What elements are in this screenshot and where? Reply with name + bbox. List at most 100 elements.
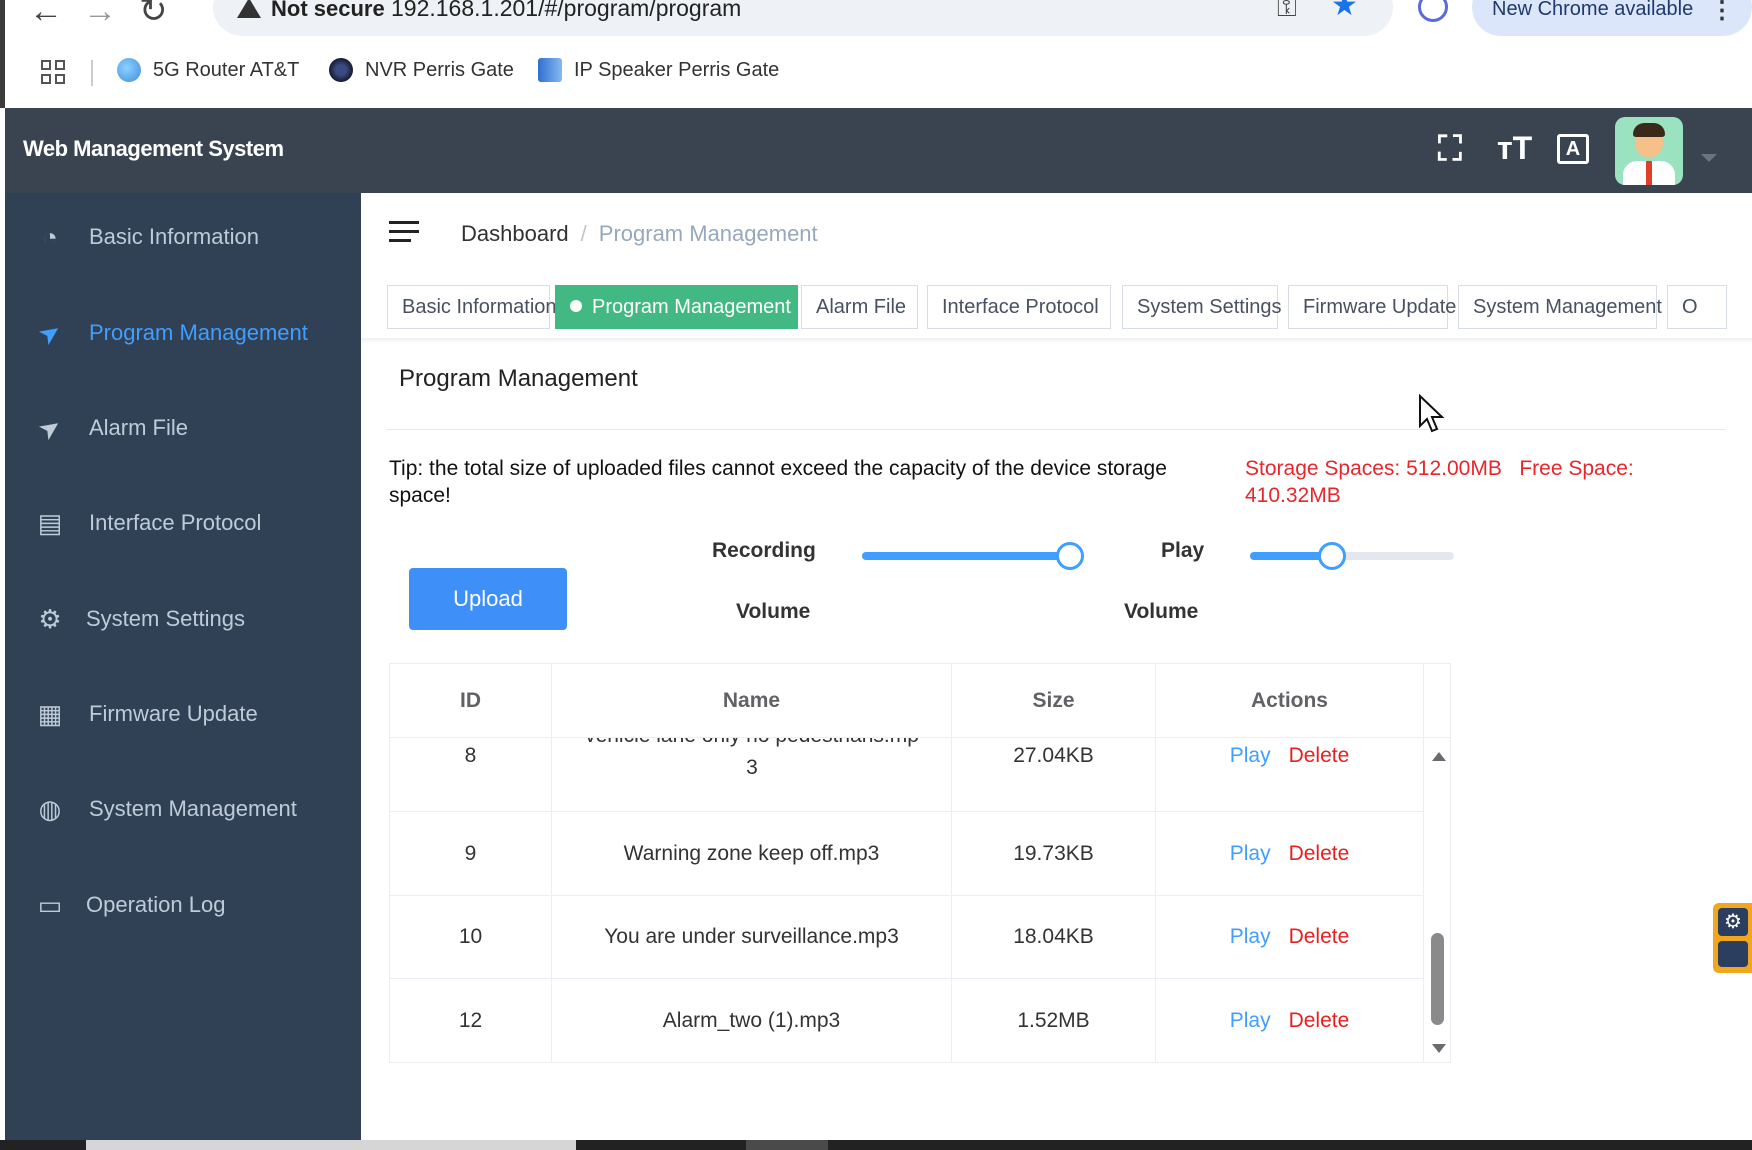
cell-name-line1: vehicle lane only no pedestrians.mp <box>552 738 951 752</box>
bookmark-nvr[interactable]: NVR Perris Gate <box>329 58 514 82</box>
table-row: 8 vehicle lane only no pedestrians.mp 3 … <box>390 738 1424 812</box>
fullscreen-icon[interactable]: ⛶ <box>1438 130 1462 169</box>
chevron-down-icon[interactable] <box>1701 154 1717 162</box>
cell-size: 19.73KB <box>952 812 1156 895</box>
sidebar-item-label: Basic Information <box>89 224 259 249</box>
dashboard-icon: ◔ <box>42 221 58 252</box>
avatar[interactable] <box>1615 117 1683 185</box>
profile-icon[interactable] <box>1418 0 1448 22</box>
browser-toolbar: ← → ↻ Not secure 192.168.1.201/#/program… <box>0 0 1752 108</box>
play-button[interactable]: Play <box>1230 925 1271 949</box>
floating-widget[interactable]: ⚙ <box>1713 903 1752 973</box>
sidebar-item-system-management[interactable]: ◍ System Management <box>5 779 361 839</box>
bookmark-ip-speaker[interactable]: IP Speaker Perris Gate <box>538 58 779 82</box>
bookmark-label: 5G Router AT&T <box>153 58 300 81</box>
delete-button[interactable]: Delete <box>1289 1009 1350 1033</box>
sidebar-item-firmware-update[interactable]: ▦ Firmware Update <box>5 684 361 744</box>
column-header-name: Name <box>552 664 952 738</box>
hamburger-menu-icon[interactable] <box>389 221 419 245</box>
play-volume-slider[interactable] <box>1250 542 1454 570</box>
app-header: Web Management System ⛶ тT A <box>5 108 1752 193</box>
table-scrollbar[interactable] <box>1424 738 1450 1062</box>
tags-divider <box>361 338 1752 344</box>
font-size-icon[interactable]: тT <box>1497 130 1532 167</box>
bookmark-5g-router[interactable]: 5G Router AT&T <box>117 58 299 82</box>
play-button[interactable]: Play <box>1230 740 1271 772</box>
delete-button[interactable]: Delete <box>1289 740 1350 772</box>
play-button[interactable]: Play <box>1230 1009 1271 1033</box>
sidebar-item-basic-information[interactable]: ◔ Basic Information <box>5 207 361 267</box>
sidebar-item-label: Operation Log <box>86 892 226 917</box>
sidebar-item-label: Firmware Update <box>89 701 258 726</box>
tab-alarm-file[interactable]: Alarm File <box>801 285 918 329</box>
menu-kebab-icon[interactable]: ⋮ <box>1710 0 1734 25</box>
forward-arrow-icon[interactable]: → <box>83 0 117 28</box>
address-bar[interactable]: Not secure 192.168.1.201/#/program/progr… <box>213 0 1393 36</box>
play-button[interactable]: Play <box>1230 842 1271 866</box>
sidebar-item-interface-protocol[interactable]: ▤ Interface Protocol <box>5 493 361 553</box>
table-row: 10 You are under surveillance.mp3 18.04K… <box>390 896 1424 979</box>
column-header-size: Size <box>952 664 1156 738</box>
megaphone-icon <box>538 58 562 82</box>
bookmark-label: IP Speaker Perris Gate <box>574 58 780 81</box>
apps-grid-icon[interactable] <box>41 60 65 84</box>
sidebar-item-label: System Management <box>89 796 297 821</box>
cell-id: 8 <box>390 738 552 811</box>
sidebar-item-system-settings[interactable]: ⚙ System Settings <box>5 589 361 649</box>
scroll-down-arrow-icon[interactable] <box>1432 1044 1446 1053</box>
tab-system-settings[interactable]: System Settings <box>1122 285 1282 329</box>
tab-firmware-update[interactable]: Firmware Update <box>1288 285 1456 329</box>
scrollbar-thumb[interactable] <box>1431 933 1444 1025</box>
paper-plane-icon: ➤ <box>32 314 68 352</box>
recording-volume-label: Volume <box>736 600 811 623</box>
delete-button[interactable]: Delete <box>1289 925 1350 949</box>
gear-icon[interactable]: ⚙ <box>1718 908 1748 936</box>
back-arrow-icon[interactable]: ← <box>29 0 63 28</box>
upload-button[interactable]: Upload <box>409 568 567 630</box>
slider-handle[interactable] <box>1055 542 1084 570</box>
key-icon[interactable]: ⚿ <box>1277 0 1297 24</box>
cell-name: vehicle lane only no pedestrians.mp 3 <box>552 738 952 811</box>
sidebar-item-program-management[interactable]: ➤ Program Management <box>5 303 361 363</box>
not-secure-label: Not secure <box>271 0 385 21</box>
tab-program-management[interactable]: Program Management <box>555 285 798 329</box>
url-text[interactable]: 192.168.1.201/#/program/program <box>391 0 741 22</box>
tab-operation-log[interactable]: O <box>1667 285 1727 329</box>
reload-icon[interactable]: ↻ <box>139 0 168 28</box>
delete-button[interactable]: Delete <box>1289 842 1350 866</box>
bookmark-star-icon[interactable]: ★ <box>1331 0 1358 23</box>
storage-info: Storage Spaces: 512.00MB Free Space: 410… <box>1245 455 1685 509</box>
grid-icon: ▦ <box>37 698 63 729</box>
new-chrome-button[interactable]: New Chrome available ⋮ <box>1472 0 1752 36</box>
tags-view: Basic Information Program Management Ala… <box>387 285 1752 331</box>
app-title: Web Management System <box>23 136 284 161</box>
tab-interface-protocol[interactable]: Interface Protocol <box>927 285 1111 329</box>
cell-actions: Play Delete <box>1156 896 1424 978</box>
tab-system-management[interactable]: System Management <box>1458 285 1662 329</box>
main-content: Dashboard / Program Management Basic Infor… <box>361 193 1752 1150</box>
storage-tip: Tip: the total size of uploaded files ca… <box>389 457 1167 507</box>
tab-label: Program Management <box>592 296 791 318</box>
paper-plane-icon: ➤ <box>32 409 68 447</box>
recording-volume-slider[interactable] <box>862 542 1084 570</box>
tab-basic-information[interactable]: Basic Information <box>387 285 557 329</box>
cell-name: You are under surveillance.mp3 <box>552 896 952 978</box>
monitor-icon[interactable] <box>1718 941 1748 967</box>
translate-icon[interactable]: A <box>1557 134 1589 164</box>
scroll-up-arrow-icon[interactable] <box>1432 752 1446 761</box>
breadcrumb-current: Program Management <box>598 221 818 246</box>
window-bottom-scrollbar[interactable] <box>0 1140 1752 1150</box>
page: ← → ↻ Not secure 192.168.1.201/#/program… <box>0 0 1752 1150</box>
sidebar-item-alarm-file[interactable]: ➤ Alarm File <box>5 398 361 458</box>
security-indicator[interactable]: Not secure <box>237 0 385 22</box>
sidebar-item-operation-log[interactable]: ▭ Operation Log <box>5 875 361 935</box>
cell-id: 10 <box>390 896 552 978</box>
sidebar-item-label: Alarm File <box>89 415 189 440</box>
mouse-cursor-icon <box>1419 394 1445 433</box>
globe-icon <box>117 58 141 82</box>
slider-handle[interactable] <box>1317 542 1346 570</box>
breadcrumb-root[interactable]: Dashboard <box>461 221 569 246</box>
scrollbar-thumb[interactable] <box>746 1140 828 1150</box>
new-chrome-label: New Chrome available <box>1492 0 1694 20</box>
table-row: 9 Warning zone keep off.mp3 19.73KB Play… <box>390 812 1424 896</box>
